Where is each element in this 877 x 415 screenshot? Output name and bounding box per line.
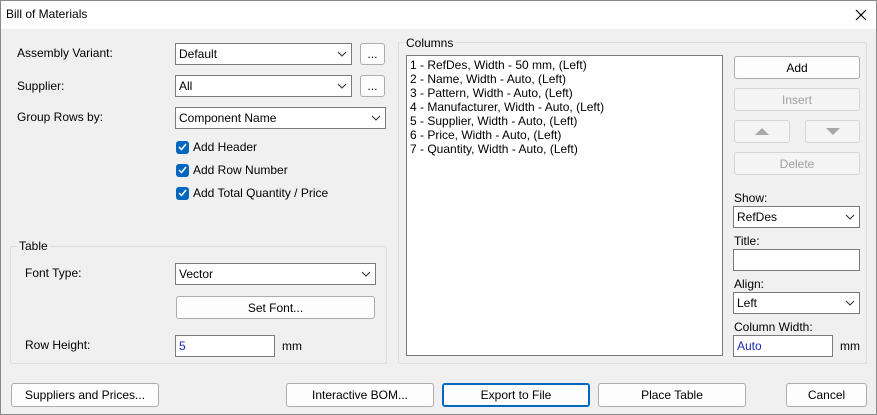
font-type-value: Vector	[179, 267, 214, 281]
assembly-variant-value: Default	[179, 47, 218, 61]
add-total-quantity-label: Add Total Quantity / Price	[193, 186, 329, 200]
chevron-down-icon	[333, 44, 351, 64]
place-table-button[interactable]: Place Table	[598, 383, 746, 407]
row-height-input[interactable]: 5	[175, 335, 275, 357]
move-up-button[interactable]	[734, 120, 790, 143]
align-select[interactable]: Left	[733, 292, 860, 314]
chevron-down-icon	[841, 293, 859, 313]
chevron-down-icon	[357, 264, 375, 284]
list-item[interactable]: 6 - Price, Width - Auto, (Left)	[410, 128, 719, 142]
close-button[interactable]	[847, 3, 875, 27]
suppliers-and-prices-button[interactable]: Suppliers and Prices...	[11, 383, 159, 407]
column-width-label: Column Width:	[734, 320, 813, 334]
window-title: Bill of Materials	[6, 7, 88, 21]
align-value: Left	[737, 296, 758, 310]
list-item[interactable]: 7 - Quantity, Width - Auto, (Left)	[410, 142, 719, 156]
group-rows-value: Component Name	[179, 111, 277, 125]
align-label: Align:	[734, 277, 765, 291]
supplier-select[interactable]: All	[175, 75, 352, 97]
checkmark-icon	[176, 186, 189, 200]
title-label: Title:	[734, 234, 760, 248]
columns-list[interactable]: 1 - RefDes, Width - 50 mm, (Left) 2 - Na…	[406, 55, 723, 356]
add-row-number-checkbox[interactable]: Add Row Number	[176, 163, 288, 177]
triangle-up-icon	[755, 128, 769, 135]
bom-dialog: Bill of Materials Assembly Variant: Defa…	[0, 0, 877, 415]
close-icon	[855, 9, 867, 21]
row-height-label: Row Height:	[25, 338, 91, 352]
assembly-variant-more-button[interactable]: ...	[360, 43, 385, 65]
insert-column-button[interactable]: Insert	[734, 88, 860, 111]
column-width-input[interactable]: Auto	[733, 335, 833, 357]
move-down-button[interactable]	[805, 120, 860, 143]
show-select[interactable]: RefDes	[733, 206, 860, 228]
list-item[interactable]: 5 - Supplier, Width - Auto, (Left)	[410, 114, 719, 128]
triangle-down-icon	[825, 128, 840, 135]
list-item[interactable]: 1 - RefDes, Width - 50 mm, (Left)	[410, 58, 719, 72]
chevron-down-icon	[367, 108, 385, 128]
list-item[interactable]: 4 - Manufacturer, Width - Auto, (Left)	[410, 100, 719, 114]
add-column-button[interactable]: Add	[734, 56, 860, 79]
add-row-number-label: Add Row Number	[193, 163, 288, 177]
row-height-unit: mm	[282, 339, 302, 353]
set-font-button[interactable]: Set Font...	[176, 296, 375, 319]
group-rows-select[interactable]: Component Name	[175, 107, 386, 129]
show-value: RefDes	[737, 210, 778, 224]
supplier-value: All	[179, 79, 193, 93]
interactive-bom-button[interactable]: Interactive BOM...	[286, 383, 434, 407]
group-rows-label: Group Rows by:	[17, 110, 104, 124]
add-total-quantity-checkbox[interactable]: Add Total Quantity / Price	[176, 186, 328, 200]
export-to-file-button[interactable]: Export to File	[442, 383, 590, 407]
table-group-title: Table	[17, 239, 50, 253]
title-bar: Bill of Materials	[1, 1, 876, 29]
checkmark-icon	[176, 140, 189, 154]
add-header-label: Add Header	[193, 140, 258, 154]
assembly-variant-label: Assembly Variant:	[17, 46, 113, 60]
assembly-variant-select[interactable]: Default	[175, 43, 352, 65]
chevron-down-icon	[841, 207, 859, 227]
list-item[interactable]: 2 - Name, Width - Auto, (Left)	[410, 72, 719, 86]
list-item[interactable]: 3 - Pattern, Width - Auto, (Left)	[410, 86, 719, 100]
add-header-checkbox[interactable]: Add Header	[176, 140, 257, 154]
supplier-more-button[interactable]: ...	[360, 75, 385, 97]
columns-group-title: Columns	[404, 36, 456, 50]
show-label: Show:	[734, 191, 768, 205]
chevron-down-icon	[333, 76, 351, 96]
column-title-input[interactable]	[733, 249, 860, 271]
font-type-label: Font Type:	[25, 266, 82, 280]
supplier-label: Supplier:	[17, 79, 65, 93]
column-width-unit: mm	[840, 339, 860, 353]
delete-column-button[interactable]: Delete	[734, 152, 860, 175]
checkmark-icon	[176, 163, 189, 177]
font-type-select[interactable]: Vector	[175, 263, 376, 285]
cancel-button[interactable]: Cancel	[786, 383, 867, 407]
